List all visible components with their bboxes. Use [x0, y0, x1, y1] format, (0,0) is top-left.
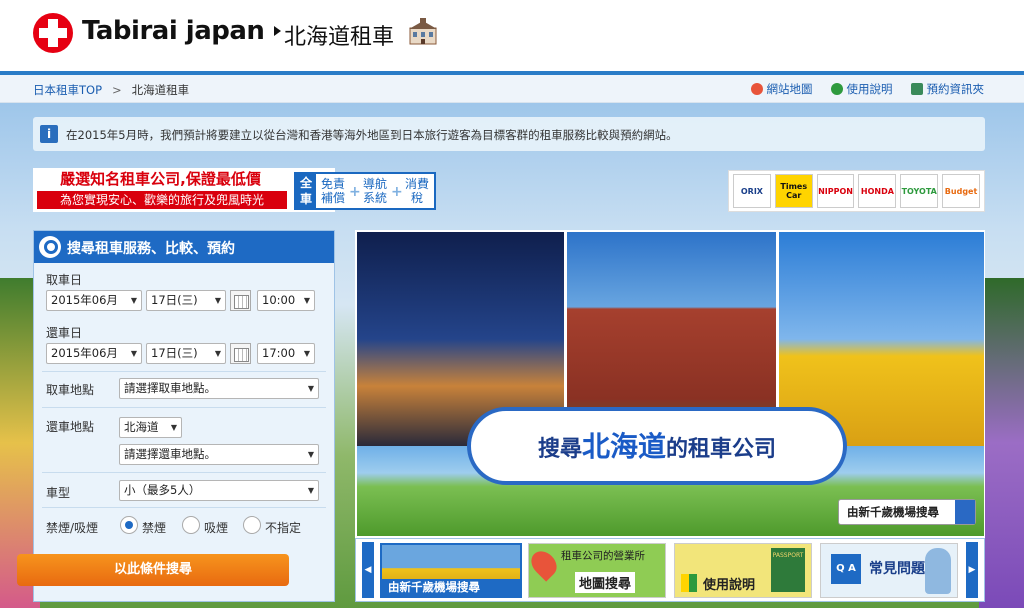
divider	[42, 407, 326, 408]
return-place-label: 還車地點	[46, 420, 95, 434]
no-preference-radio[interactable]	[243, 516, 261, 534]
non-smoking-radio[interactable]	[120, 516, 138, 534]
breadcrumb: 日本租車TOP > 北海道租車	[33, 82, 189, 98]
arrow-right-icon	[274, 26, 281, 36]
reservation-folder-label: 預約資訊夾	[926, 82, 985, 96]
search-icon	[39, 236, 61, 258]
tile-label: 使用說明	[703, 578, 756, 593]
breadcrumb-separator: >	[112, 83, 122, 97]
budget-logo[interactable]: Budget	[942, 174, 980, 208]
document-icon	[910, 83, 923, 95]
tile-label: 常見問題	[869, 561, 925, 577]
sitemap-link[interactable]: 網站地圖	[750, 81, 813, 97]
divider	[42, 507, 326, 508]
logo-text[interactable]: Tabirai japan	[82, 16, 265, 46]
tile-label: 地圖搜尋	[575, 572, 636, 593]
plus-icon: +	[391, 184, 403, 200]
reservation-folder-link[interactable]: 預約資訊夾	[910, 81, 985, 97]
lavender-field-right	[979, 278, 1024, 608]
carousel-prev-button[interactable]: ◀	[362, 542, 374, 598]
nippon-rentacar-logo[interactable]: NIPPON	[816, 174, 855, 208]
passport-icon: PASSPORT	[771, 548, 805, 592]
smoking-radio[interactable]	[182, 516, 200, 534]
calendar-icon[interactable]	[230, 290, 251, 311]
new-chitose-search-button[interactable]: 由新千歲機場搜尋	[838, 499, 976, 525]
car-type-label: 車型	[46, 486, 71, 500]
building-icon	[409, 18, 437, 45]
feature-navigation: 導航系統	[362, 177, 387, 205]
included-features: 全車 免責補償 + 導航系統 + 消費稅	[294, 172, 436, 210]
return-day-select[interactable]: 17日(三)	[146, 343, 226, 364]
return-date-label: 還車日	[46, 326, 83, 340]
all-cars-label: 全車	[296, 174, 316, 208]
hero-tagline-pre: 搜尋	[537, 437, 582, 462]
carousel-tile-map-search[interactable]: 租車公司的營業所 地圖搜尋	[528, 543, 666, 598]
map-pin-icon	[529, 546, 562, 582]
hero-tagline-post: 的租車公司	[666, 437, 777, 462]
notice-bar: i 在2015年5月時，我們預計將要建立以從台灣和香港等海外地區到日本旅行遊客為…	[33, 117, 985, 151]
pickup-place-select[interactable]: 請選擇取車地點。	[119, 378, 319, 399]
sitemap-label: 網站地圖	[766, 82, 813, 96]
search-panel: 搜尋租車服務、比較、預約 取車日 2015年06月 17日(三) 10:00 還…	[33, 230, 335, 602]
return-region-select[interactable]: 北海道	[119, 417, 182, 438]
utility-links: 網站地圖 使用說明 預約資訊夾	[750, 81, 985, 97]
return-time-select[interactable]: 17:00	[257, 343, 315, 364]
breadcrumb-current: 北海道租車	[131, 83, 190, 97]
smoking-option-label: 吸煙	[204, 521, 229, 535]
info-icon: i	[40, 125, 58, 143]
pickup-place-label: 取車地點	[46, 383, 95, 397]
notice-text: 在2015年5月時，我們預計將要建立以從台灣和香港等海外地區到日本旅行遊客為目標…	[66, 128, 678, 142]
map-pin-icon	[750, 83, 763, 95]
smoking-label: 禁煙/吸煙	[46, 521, 99, 535]
pickup-day-select[interactable]: 17日(三)	[146, 290, 226, 311]
tile-small-label: 租車公司的營業所	[561, 550, 645, 562]
region-title: 北海道租車	[284, 25, 395, 50]
promo-subline: 為您實現安心、歡樂的旅行及兜風時光	[37, 191, 287, 209]
tabirai-logo-icon[interactable]	[33, 13, 73, 53]
feature-carousel: ◀ 由新千歲機場搜尋 租車公司的營業所 地圖搜尋 使用說明 PASSPORT Q…	[355, 538, 985, 602]
non-smoking-label: 禁煙	[142, 521, 167, 535]
divider	[42, 371, 326, 372]
carousel-tile-faq[interactable]: Q A 常見問題	[820, 543, 958, 598]
times-car-logo[interactable]: Times Car	[774, 174, 813, 208]
no-preference-label: 不指定	[265, 521, 302, 535]
return-place-select[interactable]: 請選擇還車地點。	[119, 444, 319, 465]
hero-tagline: 搜尋北海道的租車公司	[471, 425, 843, 465]
search-panel-title: 搜尋租車服務、比較、預約	[67, 241, 235, 257]
pickup-month-select[interactable]: 2015年06月	[46, 290, 142, 311]
honda-logo[interactable]: HONDA	[858, 174, 897, 208]
tile-label: 由新千歲機場搜尋	[388, 580, 480, 594]
carousel-next-button[interactable]: ▶	[966, 542, 978, 598]
feature-insurance: 免責補償	[320, 177, 345, 205]
breadcrumb-top-link[interactable]: 日本租車TOP	[33, 83, 102, 97]
feature-tax: 消費稅	[404, 177, 429, 205]
guide-link[interactable]: 使用說明	[830, 81, 893, 97]
carousel-tile-new-chitose[interactable]: 由新千歲機場搜尋	[380, 543, 522, 598]
beginner-icon	[681, 574, 697, 592]
hero-tagline-region: 北海道	[581, 430, 666, 463]
search-panel-header: 搜尋租車服務、比較、預約	[34, 231, 334, 263]
return-month-select[interactable]: 2015年06月	[46, 343, 142, 364]
toyota-logo[interactable]: TOYOTA	[900, 174, 939, 208]
calendar-icon[interactable]	[230, 343, 251, 364]
qa-icon: Q A	[831, 554, 861, 584]
carousel-tile-guide[interactable]: 使用說明 PASSPORT	[674, 543, 812, 598]
divider	[42, 472, 326, 473]
promo-headline: 嚴選知名租車公司,保證最低價	[60, 170, 261, 188]
orix-logo[interactable]: ORIX	[733, 174, 771, 208]
breadcrumb-bar: 日本租車TOP > 北海道租車 網站地圖 使用說明 預約資訊夾	[0, 75, 1024, 103]
hero-photo-collage: 搜尋北海道的租車公司	[355, 230, 985, 538]
pickup-time-select[interactable]: 10:00	[257, 290, 315, 311]
rental-brand-logos: ORIX Times Car NIPPON HONDA TOYOTA Budge…	[728, 170, 985, 212]
plus-icon: +	[349, 184, 361, 200]
car-type-select[interactable]: 小（最多5人）	[119, 480, 319, 501]
person-icon	[925, 548, 951, 594]
hero-speech-bubble: 搜尋北海道的租車公司	[467, 407, 847, 485]
beginner-icon	[830, 83, 843, 95]
guide-label: 使用說明	[846, 82, 893, 96]
search-button[interactable]: 以此條件搜尋	[17, 554, 289, 586]
site-header: Tabirai japan 北海道租車	[0, 0, 1024, 72]
promo-banner: 嚴選知名租車公司,保證最低價 為您實現安心、歡樂的旅行及兜風時光	[33, 168, 335, 212]
pickup-date-label: 取車日	[46, 273, 83, 287]
